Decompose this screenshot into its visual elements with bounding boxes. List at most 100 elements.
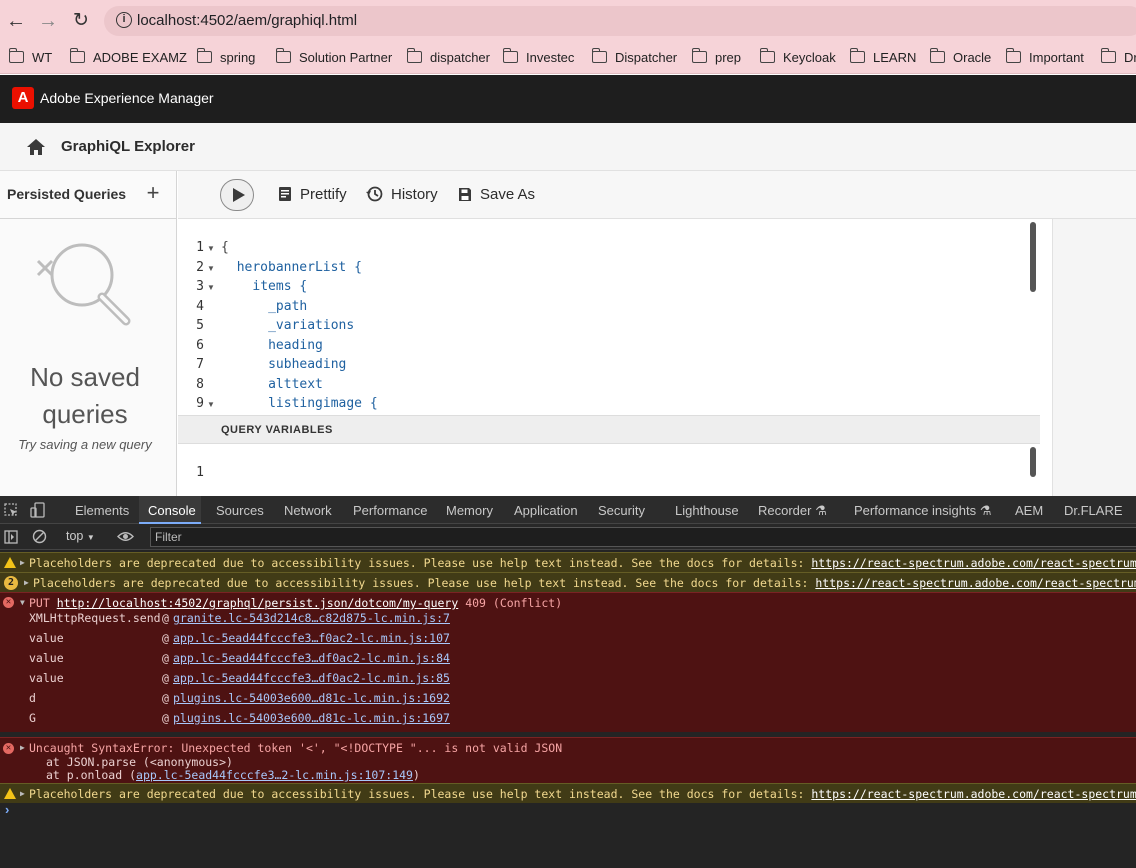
persisted-queries-title: Persisted Queries <box>7 186 127 202</box>
devtools-tab[interactable]: Memory <box>446 503 493 518</box>
query-variables-header[interactable]: QUERY VARIABLES <box>178 415 1040 444</box>
history-button[interactable]: History <box>366 186 438 206</box>
line-number: 3 <box>196 279 204 294</box>
bookmark-item[interactable]: Investec <box>502 48 574 67</box>
console-error-row[interactable]: ✕ ▼ PUT http://localhost:4502/graphql/pe… <box>0 592 1136 732</box>
fold-arrow-icon[interactable]: ▼ <box>207 244 215 253</box>
bookmark-item[interactable]: Oracle <box>929 48 991 67</box>
bookmark-item[interactable]: spring <box>196 48 256 67</box>
request-url-link[interactable]: http://localhost:4502/graphql/persist.js… <box>57 596 459 610</box>
warning-link[interactable]: https://react-spectrum.adobe.com/react-s… <box>811 787 1136 801</box>
address-bar[interactable]: i localhost:4502/aem/graphiql.html <box>104 6 1136 36</box>
devtools-tab[interactable]: Network <box>284 503 332 518</box>
fold-arrow-icon[interactable]: ▼ <box>207 283 215 292</box>
graphiql-toolbar: Prettify History Save As <box>178 171 1136 219</box>
bookmark-label: Dispatcher <box>615 50 678 65</box>
folder-icon <box>196 48 212 63</box>
fold-arrow-icon[interactable]: ▼ <box>207 400 215 409</box>
stack-source: plugins.lc-54003e600…d81c-lc.min.js:1692 <box>173 691 450 705</box>
bookmark-item[interactable]: Important <box>1005 48 1084 67</box>
stack-source: app.lc-5ead44fcccfe3…df0ac2-lc.min.js:85 <box>173 671 450 685</box>
devtools-tab[interactable]: Sources <box>216 503 264 518</box>
context-label: top <box>66 529 84 543</box>
devtools-tab[interactable]: Security <box>598 503 645 518</box>
eye-icon[interactable] <box>117 530 134 543</box>
prettify-button[interactable]: Prettify <box>278 186 347 206</box>
stack-source-link[interactable]: app.lc-5ead44fcccfe3…df0ac2-lc.min.js:84 <box>173 651 450 665</box>
clear-console-icon[interactable] <box>32 529 47 544</box>
bookmark-label: Solution Partner <box>299 50 393 65</box>
devtools-tab[interactable]: Console <box>148 503 196 518</box>
devtools-tab[interactable]: Lighthouse <box>675 503 739 518</box>
devtools-tab[interactable]: Performance <box>353 503 427 518</box>
code-line: { <box>221 240 229 255</box>
stack-at-sign: @ <box>162 691 169 705</box>
bookmark-item[interactable]: Keycloak <box>759 48 836 67</box>
folder-icon <box>759 48 775 63</box>
expand-arrow-icon[interactable]: ▶ <box>24 578 29 587</box>
bookmark-label: Important <box>1029 50 1084 65</box>
warning-link[interactable]: https://react-spectrum.adobe.com/react-s… <box>815 576 1136 590</box>
console-prompt[interactable]: › <box>5 802 9 817</box>
add-query-button[interactable]: + <box>143 181 163 205</box>
devtools-tab[interactable]: Recorder ⚗ <box>758 503 827 519</box>
forward-arrow-icon[interactable]: → <box>35 8 61 34</box>
collapse-arrow-icon[interactable]: ▼ <box>20 598 25 607</box>
bookmark-label: Dr <box>1124 50 1136 65</box>
bookmark-item[interactable]: dispatcher <box>406 48 490 67</box>
history-label: History <box>391 186 438 203</box>
bookmark-item[interactable]: Dispatcher <box>591 48 678 67</box>
line-number: 6 <box>196 337 204 353</box>
expand-arrow-icon[interactable]: ▶ <box>20 743 25 752</box>
folder-icon <box>1005 48 1021 63</box>
run-query-button[interactable] <box>220 179 254 211</box>
bookmark-label: spring <box>220 50 256 65</box>
query-variables-editor[interactable]: 1 <box>178 444 1040 496</box>
editor-scrollbar[interactable] <box>1030 222 1036 292</box>
console-warning-row[interactable]: ▶ Placeholders are deprecated due to acc… <box>0 552 1136 572</box>
bookmark-item[interactable]: prep <box>691 48 742 67</box>
site-info-icon[interactable]: i <box>116 12 132 28</box>
stack-source-link[interactable]: plugins.lc-54003e600…d81c-lc.min.js:1697 <box>173 711 450 725</box>
folder-icon <box>275 48 291 63</box>
bookmark-label: prep <box>715 50 742 65</box>
devtools-tab[interactable]: Performance insights ⚗ <box>854 503 991 519</box>
home-icon[interactable] <box>26 138 46 156</box>
page-header: GraphiQL Explorer <box>0 123 1136 171</box>
stack-source-link[interactable]: app.lc-5ead44fcccfe3…f0ac2-lc.min.js:107 <box>173 631 450 645</box>
inspect-element-icon[interactable] <box>4 503 18 517</box>
bookmark-item[interactable]: Dr <box>1100 48 1136 67</box>
expand-arrow-icon[interactable]: ▶ <box>20 789 25 798</box>
console-warning-row[interactable]: 2 ▶ Placeholders are deprecated due to a… <box>0 572 1136 592</box>
save-as-button[interactable]: Save As <box>458 186 535 206</box>
devtools-tab[interactable]: Application <box>514 503 578 518</box>
url-text[interactable]: localhost:4502/aem/graphiql.html <box>137 12 357 29</box>
console-error-row[interactable]: ✕ ▶ Uncaught SyntaxError: Unexpected tok… <box>0 737 1136 783</box>
sidebar-toggle-icon[interactable] <box>4 530 18 544</box>
fold-arrow-icon[interactable]: ▼ <box>207 264 215 273</box>
variables-scrollbar[interactable] <box>1030 447 1036 477</box>
bookmark-item[interactable]: LEARN <box>849 48 917 67</box>
stack-function: value <box>29 651 64 665</box>
bookmark-item[interactable]: WT <box>8 48 52 67</box>
bookmark-label: LEARN <box>873 50 917 65</box>
stack-source-link[interactable]: app.lc-5ead44fcccfe3…df0ac2-lc.min.js:85 <box>173 671 450 685</box>
device-toolbar-icon[interactable] <box>30 502 46 518</box>
console-warning-row[interactable]: ▶ Placeholders are deprecated due to acc… <box>0 783 1136 803</box>
reload-icon[interactable]: ↻ <box>68 8 94 34</box>
devtools-tab[interactable]: AEM <box>1015 503 1043 518</box>
persisted-queries-panel: Persisted Queries + No saved queries Try… <box>0 171 177 496</box>
devtools-tab[interactable]: Dr.FLARE <box>1064 503 1123 518</box>
stack-source-link[interactable]: plugins.lc-54003e600…d81c-lc.min.js:1692 <box>173 691 450 705</box>
query-editor[interactable]: 1 ▼{2 ▼ herobannerList {3 ▼ items {4 _path 5 _va… <box>178 219 1040 415</box>
back-arrow-icon[interactable]: ← <box>3 8 29 34</box>
console-filter-input[interactable]: Filter <box>150 527 1136 547</box>
stack-source-link[interactable]: granite.lc-543d214c8…c82d875-lc.min.js:7 <box>173 611 450 625</box>
source-link[interactable]: app.lc-5ead44fcccfe3…2-lc.min.js:107:149 <box>136 768 413 782</box>
warning-link[interactable]: https://react-spectrum.adobe.com/react-s… <box>811 556 1136 570</box>
devtools-tab[interactable]: Elements <box>75 503 129 518</box>
bookmark-item[interactable]: Solution Partner <box>275 48 393 67</box>
context-selector[interactable]: top ▼ <box>66 529 95 543</box>
expand-arrow-icon[interactable]: ▶ <box>20 558 25 567</box>
bookmark-item[interactable]: ADOBE EXAMZ <box>69 48 187 67</box>
